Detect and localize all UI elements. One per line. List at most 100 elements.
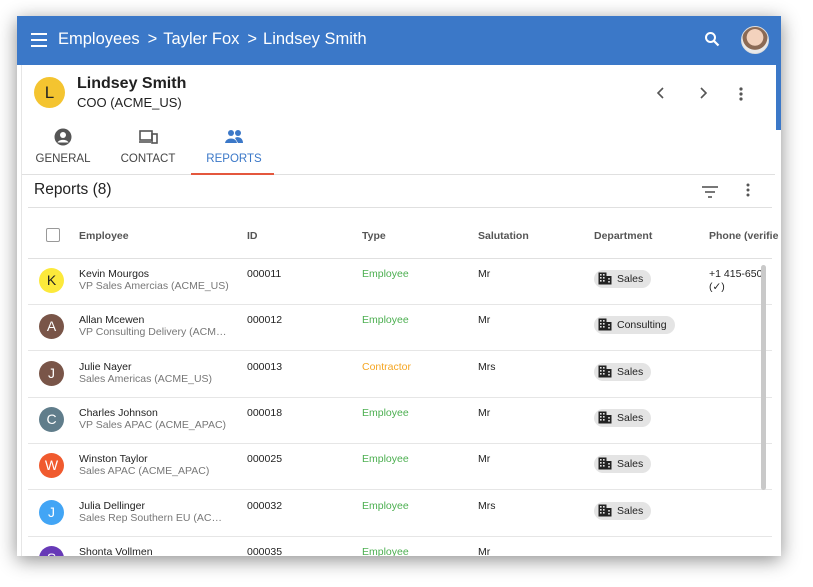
employee-id: 000012 <box>247 314 283 327</box>
employee-type: Employee <box>362 314 409 327</box>
employee-salutation: Mrs <box>478 499 496 512</box>
breadcrumb-item-lindsey-smith: Lindsey Smith <box>263 30 367 48</box>
building-icon <box>598 318 612 331</box>
employee-id: 000018 <box>247 406 283 419</box>
more-vert-icon[interactable] <box>739 87 743 101</box>
building-icon <box>598 365 612 378</box>
employee-salutation: Mr <box>478 406 491 419</box>
filter-list-icon[interactable] <box>702 186 718 198</box>
employee-salutation: Mrs <box>478 360 496 373</box>
employee-type: Employee <box>362 545 409 556</box>
people-icon <box>225 130 243 143</box>
building-icon <box>598 272 612 285</box>
employee-name: Kevin Mourgos <box>79 268 150 280</box>
app-window: Employees > Tayler Fox > Lindsey Smith L Lin… <box>17 16 781 556</box>
employee-title: VP Sales APAC (ACME_APAC) <box>79 418 227 431</box>
employee-title: Sales APAC (ACME_APAC) <box>79 465 210 478</box>
vertical-scrollbar[interactable] <box>761 265 766 490</box>
employee-name: Shonta Vollmen <box>79 545 153 556</box>
employee-name: Julie Nayer <box>79 360 132 373</box>
employee-name: Charles Johnson <box>79 406 158 419</box>
employee-type: Employee <box>362 453 409 466</box>
column-header-phone[interactable]: Phone (verifie <box>709 230 778 242</box>
employee-id: 000013 <box>247 360 283 373</box>
employee-salutation: Mr <box>478 453 491 466</box>
employee-type: Employee <box>362 268 409 280</box>
tab-label: CONTACT <box>120 153 176 165</box>
more-vert-icon[interactable] <box>746 183 750 197</box>
chevron-right-icon[interactable] <box>697 87 709 99</box>
grid-header: Employee ID Type Salutation Department P… <box>28 207 778 259</box>
breadcrumb: Employees > Tayler Fox > Lindsey Smith <box>58 30 367 49</box>
department-chip[interactable]: Sales <box>594 455 652 474</box>
table-row[interactable]: C Charles Johnson VP Sales APAC (ACME_AP… <box>28 397 772 444</box>
person-icon <box>54 128 72 146</box>
employee-salutation: Mr <box>478 268 491 280</box>
building-icon <box>598 411 612 424</box>
employee-type: Employee <box>362 406 409 419</box>
employee-title: VP Consulting Delivery (ACME_US) <box>79 326 229 339</box>
report-rows: K Kevin Mourgos VP Sales Amercias (ACME_… <box>28 258 772 556</box>
employee-title: Sales Americas (ACME_US) <box>79 372 213 385</box>
column-header-id[interactable]: ID <box>247 230 258 242</box>
employee-avatar: C <box>39 406 64 432</box>
devices-icon <box>139 130 158 144</box>
user-avatar[interactable] <box>741 26 769 54</box>
employee-detail-card: L Lindsey Smith COO (ACME_US) GENERAL CO… <box>21 65 778 556</box>
menu-icon[interactable] <box>31 33 47 47</box>
table-row[interactable]: J Julia Dellinger Sales Rep Southern EU … <box>28 490 772 537</box>
department-label: Consulting <box>617 319 667 332</box>
department-chip[interactable]: Sales <box>594 408 652 427</box>
background-strip <box>776 65 781 130</box>
column-header-employee[interactable]: Employee <box>79 230 129 242</box>
department-label: Sales <box>617 504 644 517</box>
employee-salutation: Mr <box>478 314 491 327</box>
table-row[interactable]: S Shonta Vollmen 000035 Employee Mr <box>28 536 772 556</box>
employee-avatar: J <box>39 360 64 386</box>
tab-general[interactable]: GENERAL <box>30 127 96 174</box>
department-chip[interactable]: Sales <box>594 362 652 381</box>
employee-type: Contractor <box>362 360 412 373</box>
employee-avatar: S <box>39 545 64 556</box>
department-label: Sales <box>617 411 644 424</box>
employee-id: 000035 <box>247 545 283 556</box>
employee-title: VP Sales Amercias (ACME_US) <box>79 280 229 292</box>
tab-reports[interactable]: REPORTS <box>196 127 272 174</box>
department-chip[interactable]: Sales <box>594 270 652 288</box>
breadcrumb-item-employees[interactable]: Employees <box>58 30 140 48</box>
table-row[interactable]: K Kevin Mourgos VP Sales Amercias (ACME_… <box>28 258 772 305</box>
column-header-salutation[interactable]: Salutation <box>478 230 529 242</box>
employee-id: 000032 <box>247 499 283 512</box>
person-name: Lindsey Smith <box>77 75 187 92</box>
column-header-department[interactable]: Department <box>594 230 652 242</box>
breadcrumb-item-tayler-fox[interactable]: Tayler Fox <box>163 30 239 48</box>
select-all-checkbox[interactable] <box>46 228 60 242</box>
department-label: Sales <box>617 458 644 471</box>
employee-salutation: Mr <box>478 545 491 556</box>
table-row[interactable]: W Winston Taylor Sales APAC (ACME_APAC) … <box>28 443 772 491</box>
breadcrumb-separator: > <box>147 30 158 48</box>
employee-title: Sales Rep Southern EU (ACME_EU) <box>79 511 229 524</box>
employee-id: 000011 <box>247 268 282 280</box>
employee-id: 000025 <box>247 453 283 466</box>
chevron-left-icon[interactable] <box>655 87 667 99</box>
reports-title: Reports (8) <box>34 181 112 198</box>
table-row[interactable]: A Allan Mcewen VP Consulting Delivery (A… <box>28 304 772 352</box>
table-row[interactable]: J Julie Nayer Sales Americas (ACME_US) 0… <box>28 351 772 398</box>
employee-avatar: J <box>39 499 64 525</box>
employee-name: Allan Mcewen <box>79 314 145 327</box>
search-icon[interactable] <box>704 31 720 47</box>
employee-avatar: A <box>39 314 64 340</box>
active-tab-indicator <box>191 173 274 175</box>
tab-bar: GENERAL CONTACT REPORTS <box>22 127 775 175</box>
app-bar: Employees > Tayler Fox > Lindsey Smith <box>17 16 781 65</box>
tab-contact[interactable]: CONTACT <box>117 127 179 174</box>
employee-name: Julia Dellinger <box>79 499 145 512</box>
column-header-type[interactable]: Type <box>362 230 386 242</box>
employee-avatar: W <box>39 453 64 479</box>
department-chip[interactable]: Consulting <box>594 316 675 335</box>
person-avatar: L <box>34 77 65 108</box>
department-label: Sales <box>617 273 644 285</box>
building-icon <box>598 504 612 516</box>
department-chip[interactable]: Sales <box>594 501 652 520</box>
